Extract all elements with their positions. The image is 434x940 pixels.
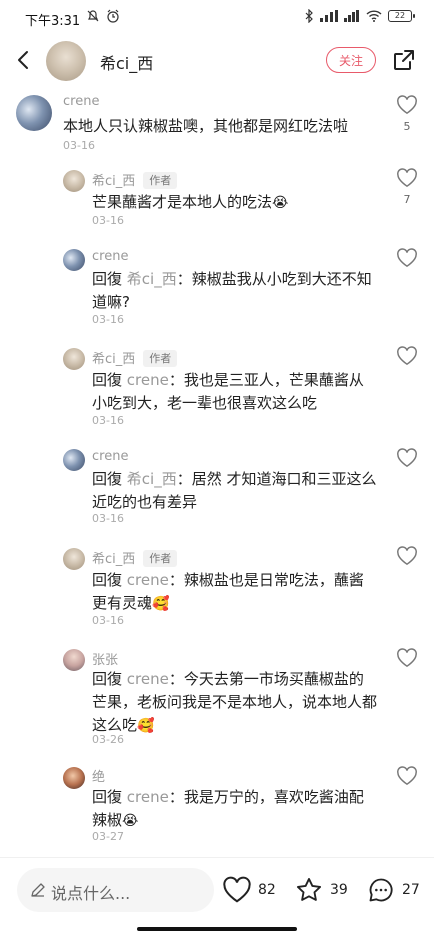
reply-prefix: 回復: [92, 270, 123, 288]
comment-username[interactable]: 希ci_西 作者: [92, 348, 178, 367]
comment-text[interactable]: 芒果蘸酱才是本地人的吃法😭: [92, 191, 382, 215]
avatar[interactable]: [63, 449, 85, 471]
status-time: 下午3:31: [25, 14, 81, 29]
author-badge: 作者: [143, 172, 178, 189]
author-name[interactable]: 希ci_西: [100, 50, 153, 74]
author-avatar[interactable]: [46, 41, 86, 81]
alarm-icon: [107, 9, 119, 23]
comment-text[interactable]: 回復 crene：今天去第一市场买蘸椒盐的芒果，老板问我是不是本地人，说本地人都…: [92, 668, 377, 738]
like-count: 5: [403, 120, 411, 133]
username-text: 希ci_西: [92, 352, 136, 367]
like-total: 82: [258, 882, 276, 898]
comment-date: 03-16: [92, 614, 124, 627]
signal-hd-icon: [320, 10, 338, 22]
heart-icon[interactable]: [396, 766, 418, 786]
home-indicator: [137, 927, 297, 931]
reply-prefix: 回復: [92, 670, 123, 688]
reply-to-user[interactable]: crene: [127, 670, 169, 688]
heart-icon: [223, 876, 251, 903]
heart-icon[interactable]: [396, 248, 418, 268]
reply-to-user[interactable]: crene: [127, 788, 169, 806]
username-text: 希ci_西: [92, 552, 136, 567]
comment-body: 本地人只认辣椒盐噢，其他都是网红吃法啦: [63, 117, 349, 135]
comment-date: 03-16: [63, 139, 95, 152]
avatar[interactable]: [63, 249, 85, 271]
comment-button[interactable]: 27: [366, 876, 420, 904]
follow-button[interactable]: 关注: [326, 47, 376, 73]
crying-emoji-icon: 😭: [122, 813, 139, 829]
heart-icon[interactable]: [396, 95, 418, 115]
avatar[interactable]: [16, 95, 52, 131]
avatar[interactable]: [63, 170, 85, 192]
avatar[interactable]: [63, 348, 85, 370]
avatar[interactable]: [63, 649, 85, 671]
author-badge: 作者: [143, 550, 178, 567]
comment-input[interactable]: 说点什么...: [17, 868, 214, 912]
mute-bell-icon: [87, 10, 99, 22]
comment-bubble-icon: [369, 878, 393, 902]
comment-username[interactable]: 张张: [92, 649, 118, 668]
username-text: 希ci_西: [92, 174, 136, 189]
comment-date: 03-16: [92, 313, 124, 326]
like-count: 7: [403, 193, 411, 206]
comment-date: 03-16: [92, 214, 124, 227]
status-bar: 下午3:31 22: [0, 0, 434, 36]
comment-text[interactable]: 回復 希ci_西：居然 才知道海口和三亚这么近吃的也有差异: [92, 468, 377, 514]
comment-text[interactable]: 回復 希ci_西：辣椒盐我从小吃到大还不知道嘛?: [92, 268, 377, 314]
comment-placeholder: 说点什么...: [51, 884, 131, 903]
wifi-icon: [366, 10, 382, 22]
bluetooth-icon: [305, 9, 313, 23]
comment-body: 芒果蘸酱才是本地人的吃法: [92, 193, 273, 211]
comment-date: 03-27: [92, 830, 124, 843]
comment-date: 03-16: [92, 414, 124, 427]
comment-text[interactable]: 回復 crene：辣椒盐也是日常吃法，蘸酱更有灵魂🥰: [92, 569, 377, 616]
header: 希ci_西 关注: [0, 36, 434, 86]
reply-prefix: 回復: [92, 571, 123, 589]
comment-username[interactable]: 绝: [92, 766, 105, 785]
comment-total: 27: [402, 882, 420, 898]
heart-icon[interactable]: [396, 546, 418, 566]
heart-icon[interactable]: [396, 648, 418, 668]
like-button[interactable]: 82: [222, 876, 276, 904]
back-arrow-icon[interactable]: [12, 48, 36, 72]
comment-date: 03-26: [92, 733, 124, 746]
pencil-icon: [31, 883, 45, 897]
battery-icon: 22: [388, 10, 415, 22]
collect-button[interactable]: 39: [294, 876, 348, 904]
reply-prefix: 回復: [92, 371, 123, 389]
avatar[interactable]: [63, 548, 85, 570]
share-icon[interactable]: [392, 48, 416, 72]
comment-username[interactable]: 希ci_西 作者: [92, 548, 178, 567]
reply-prefix: 回復: [92, 788, 123, 806]
reply-to-user[interactable]: crene: [127, 571, 169, 589]
heart-icon[interactable]: [396, 346, 418, 366]
blush-emoji-icon: 🥰: [137, 718, 155, 734]
heart-icon[interactable]: [396, 448, 418, 468]
reply-prefix: 回復: [92, 470, 123, 488]
reply-to-user[interactable]: crene: [127, 371, 169, 389]
heart-icon[interactable]: [396, 168, 418, 188]
reply-to-user[interactable]: 希ci_西: [127, 270, 177, 288]
author-badge: 作者: [143, 350, 178, 367]
comment-username[interactable]: crene: [63, 94, 99, 109]
blush-emoji-icon: 🥰: [152, 596, 170, 612]
battery-level: 22: [394, 11, 406, 20]
comment-text[interactable]: 本地人只认辣椒盐噢，其他都是网红吃法啦: [63, 115, 383, 138]
bottom-action-bar: 说点什么... 82 39 27: [0, 857, 434, 922]
comment-username[interactable]: crene: [92, 249, 128, 264]
comment-username[interactable]: crene: [92, 449, 128, 464]
reply-to-user[interactable]: 希ci_西: [127, 470, 177, 488]
star-icon: [296, 877, 322, 901]
crying-emoji-icon: 😭: [272, 195, 289, 211]
comment-text[interactable]: 回復 crene：我也是三亚人，芒果蘸酱从小吃到大，老一辈也很喜欢这么吃: [92, 369, 377, 415]
collect-total: 39: [330, 882, 348, 898]
comment-text[interactable]: 回復 crene：我是万宁的，喜欢吃酱油配辣椒😭: [92, 786, 377, 833]
comment-date: 03-16: [92, 512, 124, 525]
signal-icon: [344, 10, 359, 22]
comment-username[interactable]: 希ci_西 作者: [92, 170, 178, 189]
avatar[interactable]: [63, 767, 85, 789]
